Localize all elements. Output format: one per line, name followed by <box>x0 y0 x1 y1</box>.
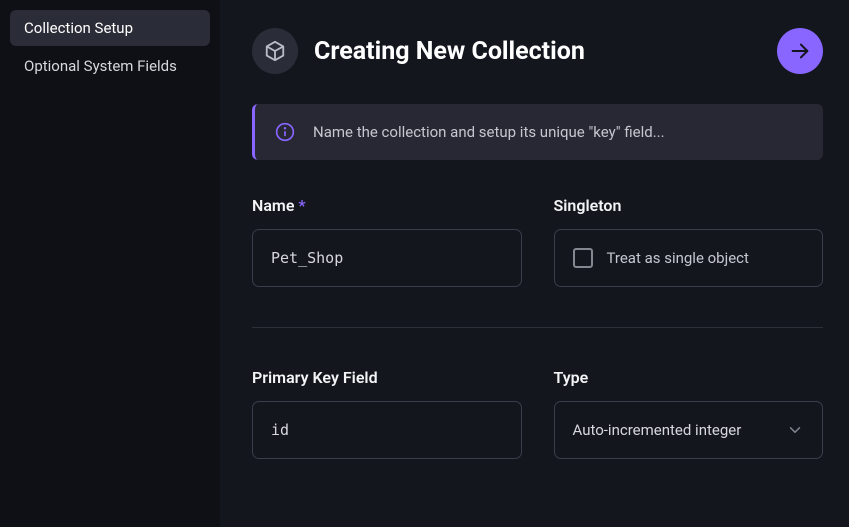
name-label: Name * <box>252 196 522 215</box>
name-group: Name * <box>252 196 522 287</box>
checkbox-icon <box>573 248 593 268</box>
singleton-label: Singleton <box>554 196 824 215</box>
type-group: Type Auto-incremented integer <box>554 368 824 459</box>
main-panel: Creating New Collection Name the collect… <box>220 0 849 527</box>
divider <box>252 327 823 328</box>
sidebar-item-collection-setup[interactable]: Collection Setup <box>10 10 210 46</box>
primary-key-group: Primary Key Field <box>252 368 522 459</box>
cube-icon <box>252 28 298 74</box>
singleton-group: Singleton Treat as single object <box>554 196 824 287</box>
info-banner: Name the collection and setup its unique… <box>252 104 823 160</box>
info-icon <box>275 122 295 142</box>
info-text: Name the collection and setup its unique… <box>313 123 665 141</box>
next-button[interactable] <box>777 28 823 74</box>
primary-key-input[interactable] <box>252 401 522 459</box>
required-mark: * <box>298 196 305 215</box>
arrow-right-icon <box>789 40 811 62</box>
page-header: Creating New Collection <box>252 28 823 74</box>
page-title: Creating New Collection <box>314 37 761 66</box>
form-row-1: Name * Singleton Treat as single object <box>252 196 823 287</box>
chevron-down-icon <box>786 421 804 439</box>
name-input[interactable] <box>252 229 522 287</box>
type-selected-value: Auto-incremented integer <box>573 421 742 439</box>
type-select[interactable]: Auto-incremented integer <box>554 401 824 459</box>
sidebar: Collection Setup Optional System Fields <box>0 0 220 527</box>
singleton-checkbox[interactable]: Treat as single object <box>554 229 824 287</box>
sidebar-item-optional-system-fields[interactable]: Optional System Fields <box>10 48 210 84</box>
type-label: Type <box>554 368 824 387</box>
form-row-2: Primary Key Field Type Auto-incremented … <box>252 368 823 459</box>
primary-key-label: Primary Key Field <box>252 368 522 387</box>
singleton-checkbox-label: Treat as single object <box>607 249 749 267</box>
